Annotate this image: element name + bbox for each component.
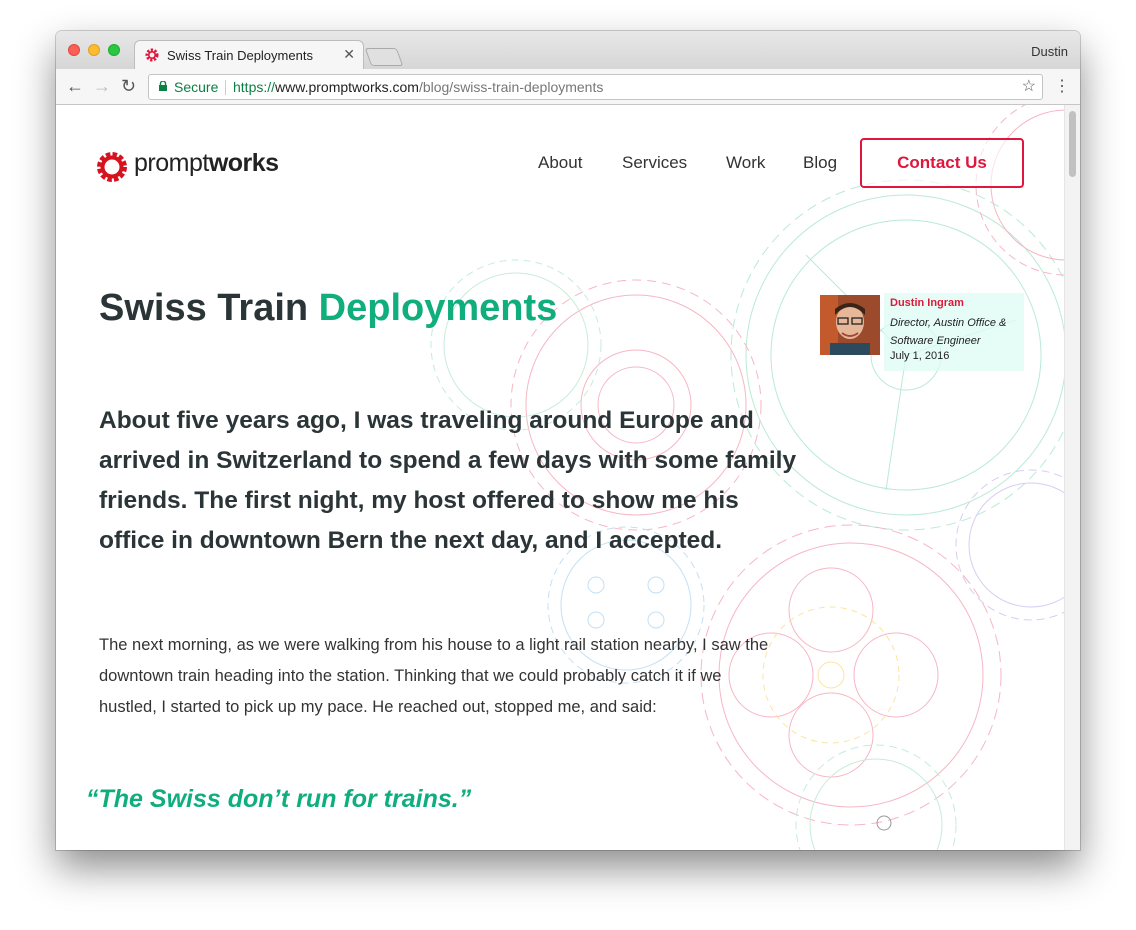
nav-services-link[interactable]: Services	[622, 153, 687, 173]
url-host: www.promptworks.com	[275, 79, 419, 95]
browser-window: Swiss Train Deployments ✕ Dustin ← → ↻ S…	[56, 31, 1080, 850]
scrollbar-thumb[interactable]	[1069, 111, 1076, 177]
author-role: Director, Austin Office & Software Engin…	[890, 317, 1007, 347]
browser-menu-icon[interactable]: ⋮	[1054, 76, 1070, 96]
pull-quote: “The Swiss don’t run for trains.”	[86, 785, 472, 813]
article-title: Swiss Train Deployments	[99, 287, 557, 330]
page-viewport: promptworks About Services Work Blog Con…	[56, 105, 1080, 850]
article-lede: About five years ago, I was traveling ar…	[99, 407, 797, 554]
new-tab-button[interactable]	[364, 48, 404, 66]
vertical-scrollbar[interactable]	[1064, 105, 1080, 850]
close-tab-icon[interactable]: ✕	[343, 46, 355, 63]
logo-text: promptworks	[134, 149, 279, 178]
author-card: Dustin Ingram Director, Austin Office & …	[884, 293, 1024, 371]
close-window-button[interactable]	[68, 44, 80, 56]
contact-us-button[interactable]: Contact Us	[860, 138, 1024, 188]
gear-logo-icon	[97, 152, 127, 182]
back-arrow-icon[interactable]: ←	[66, 76, 84, 97]
title-plain: Swiss Train	[99, 287, 319, 329]
article-paragraph: The next morning, as we were walking fro…	[99, 636, 769, 716]
lock-icon	[159, 81, 167, 91]
zoom-window-button[interactable]	[108, 44, 120, 56]
nav-work-link[interactable]: Work	[726, 153, 765, 173]
author-name[interactable]: Dustin Ingram	[890, 297, 964, 309]
profile-name[interactable]: Dustin	[1031, 44, 1068, 59]
url-text[interactable]: https://www.promptworks.com/blog/swiss-t…	[233, 75, 603, 99]
secure-label: Secure	[174, 79, 219, 95]
address-bar[interactable]: Secure https://www.promptworks.com/blog/…	[148, 74, 1043, 100]
tab-title: Swiss Train Deployments	[167, 48, 313, 63]
reload-icon[interactable]: ↻	[121, 76, 136, 97]
nav-blog-link[interactable]: Blog	[803, 153, 837, 173]
author-photo-icon	[820, 295, 880, 355]
logo-text-regular: prompt	[134, 149, 209, 177]
title-bar: Swiss Train Deployments ✕ Dustin	[56, 31, 1080, 69]
browser-toolbar: ← → ↻ Secure https://www.promptworks.com…	[56, 69, 1080, 105]
bookmark-star-icon[interactable]: ☆	[1022, 75, 1036, 99]
url-scheme: https://	[233, 79, 276, 95]
logo-text-bold: works	[208, 149, 279, 177]
site-favicon-icon	[145, 48, 159, 62]
post-date: July 1, 2016	[890, 350, 950, 362]
forward-arrow-icon[interactable]: →	[93, 76, 111, 97]
title-accent: Deployments	[318, 287, 558, 329]
nav-about-link[interactable]: About	[538, 153, 582, 173]
author-avatar[interactable]	[820, 295, 880, 355]
browser-tab[interactable]: Swiss Train Deployments ✕	[134, 40, 364, 69]
minimize-window-button[interactable]	[88, 44, 100, 56]
url-path: /blog/swiss-train-deployments	[418, 79, 604, 95]
omnibox-divider	[225, 80, 226, 95]
